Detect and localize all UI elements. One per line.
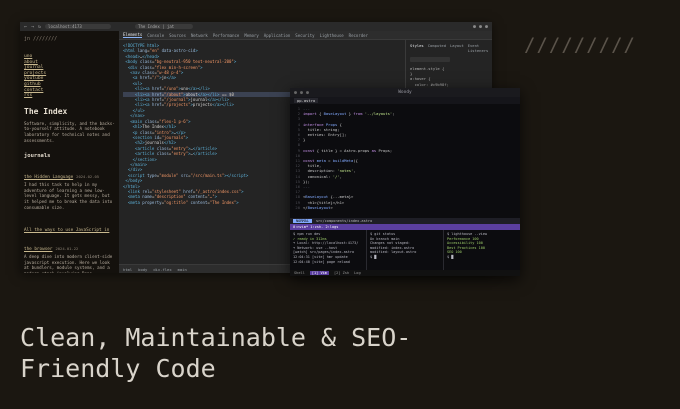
address-bar[interactable]: localhost:4173: [45, 24, 112, 29]
crumb[interactable]: div.flex: [153, 267, 171, 272]
terminal-tab[interactable]: [2] Zsh: [334, 271, 349, 275]
browser-toolbar: ← → ↻ localhost:4173 The Index | jat ● ●…: [20, 22, 492, 31]
terminal-tab[interactable]: Log: [354, 271, 361, 275]
reload-icon[interactable]: ↻: [38, 24, 41, 30]
tmux-windows: 0:nvim* 1:zsh- 2:logs: [293, 225, 339, 229]
terminal-title: Woody: [398, 90, 412, 95]
line-numbers: 1 2 3 4 5 6 7 8 9 10 11 12 13 14 15 16 17 18 19 20: [295, 106, 300, 210]
entry-link[interactable]: the Hidden Language: [24, 175, 73, 180]
vim-mode-badge: NORMAL: [293, 219, 312, 223]
tab-memory[interactable]: Memory: [244, 33, 258, 38]
terminal-tab-bar: Shell [1] Vim [2] Zsh Log: [290, 270, 520, 276]
section-heading: journals: [24, 153, 51, 160]
tab-network[interactable]: Network: [191, 33, 208, 38]
site-logo[interactable]: jn ////////: [24, 36, 115, 42]
tab-elements[interactable]: Elements: [123, 32, 143, 38]
tab-lighthouse[interactable]: Lighthouse: [320, 33, 344, 38]
devtools-tabs: Elements Console Sources Network Perform…: [119, 31, 492, 40]
code-editor[interactable]: 1 2 3 4 5 6 7 8 9 10 11 12 13 14 15 16 17 18 19 20 --- impo…: [290, 104, 520, 218]
terminal-titlebar: ● ● ● Woody: [290, 88, 520, 97]
site-nav: uno about journal projects youtube githu…: [24, 54, 115, 99]
decorative-slashes: /////////: [524, 34, 636, 56]
buffer-tab[interactable]: pp.astro: [294, 98, 319, 103]
tab-styles[interactable]: Styles: [410, 43, 424, 53]
crumb[interactable]: html: [123, 267, 132, 272]
editor-buffer-tabs: pp.astro: [290, 97, 520, 104]
window-controls-icon[interactable]: ● ● ●: [294, 90, 309, 96]
site-title: The Index: [24, 106, 68, 116]
tab-console[interactable]: Console: [147, 33, 164, 38]
terminal-tab[interactable]: Shell: [294, 271, 305, 275]
terminal-tab[interactable]: [1] Vim: [309, 271, 329, 275]
entry-excerpt: I had this task to help in my adventure …: [24, 182, 113, 210]
tab-computed[interactable]: Computed: [428, 43, 446, 53]
tab-performance[interactable]: Performance: [213, 33, 240, 38]
terminal-window: ● ● ● Woody pp.astro 1 2 3 4 5 6 7 8 9 10 11 12 13 14…: [290, 88, 520, 276]
current-file: src/components/index.astro: [315, 219, 373, 223]
tab-recorder[interactable]: Recorder: [349, 33, 368, 38]
crumb[interactable]: main: [178, 267, 187, 272]
entry-date: 2024.01.22: [55, 246, 79, 252]
tab-security[interactable]: Security: [295, 33, 314, 38]
window-controls-icon[interactable]: ● ● ●: [473, 24, 488, 30]
entry-excerpt: A deep dive into modern client-side java…: [24, 254, 113, 273]
tab-event-listeners[interactable]: Event Listeners: [468, 43, 489, 53]
journal-entry: All the ways to use JavaScript in the br…: [24, 216, 115, 273]
journal-entry: the Hidden Language 2024.02.05 I had this…: [24, 163, 115, 210]
back-icon[interactable]: ←: [24, 24, 27, 30]
entry-date: 2024.02.05: [76, 174, 100, 180]
site-preview: jn //////// uno about journal projects y…: [20, 31, 119, 273]
devtools-tab-title[interactable]: The Index | jat: [135, 24, 194, 29]
forward-icon[interactable]: →: [31, 24, 34, 30]
tab-sources[interactable]: Sources: [169, 33, 186, 38]
styles-filter-input[interactable]: [410, 57, 450, 62]
hero-headline: Clean, Maintainable & SEO-Friendly Code: [20, 323, 412, 383]
tab-layout[interactable]: Layout: [450, 43, 464, 53]
code-content: --- import { BaseLayout } from '../layou…: [303, 106, 395, 210]
nav-link[interactable]: rss: [24, 93, 115, 99]
site-intro: Software, simplicity, and the backs-to-y…: [24, 120, 115, 143]
crumb[interactable]: body: [138, 267, 147, 272]
tab-application[interactable]: Application: [264, 33, 291, 38]
